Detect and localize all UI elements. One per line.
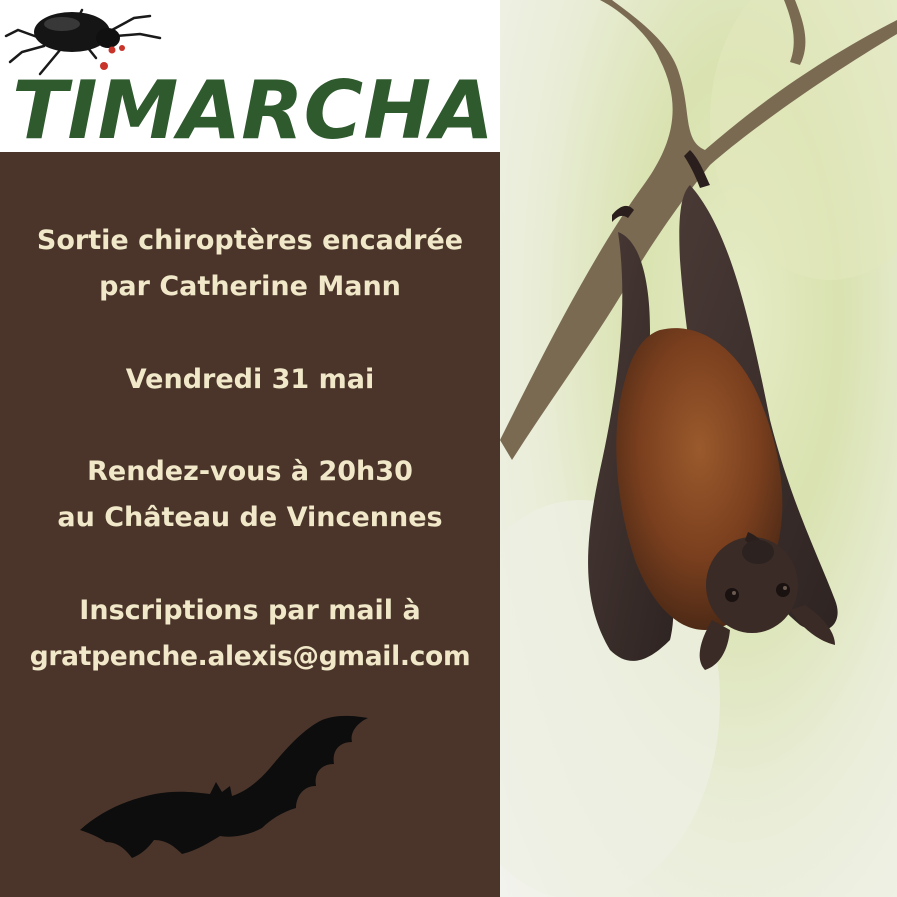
logo-text: TIMARCHA — [12, 66, 494, 152]
meeting-time: Rendez-vous à 20h30 — [87, 456, 413, 487]
event-date: Vendredi 31 mai — [125, 364, 375, 395]
signup-text: Inscriptions par mail à — [79, 595, 421, 626]
event-info-panel: Sortie chiroptères encadrée par Catherin… — [0, 152, 500, 897]
event-title-line-1: Sortie chiroptères encadrée — [36, 225, 464, 256]
event-title-line-2: par Catherine Mann — [99, 271, 401, 302]
logo-header: TIMARCHA — [0, 0, 500, 152]
logo-wordmark: TIMARCHA — [12, 66, 494, 152]
hanging-fruit-bat — [500, 0, 897, 897]
meeting-place: au Château de Vincennes — [57, 502, 443, 533]
bat-photo — [500, 0, 897, 897]
bat-silhouette-icon — [80, 715, 368, 858]
signup-email[interactable]: gratpenche.alexis@gmail.com — [0, 634, 500, 680]
